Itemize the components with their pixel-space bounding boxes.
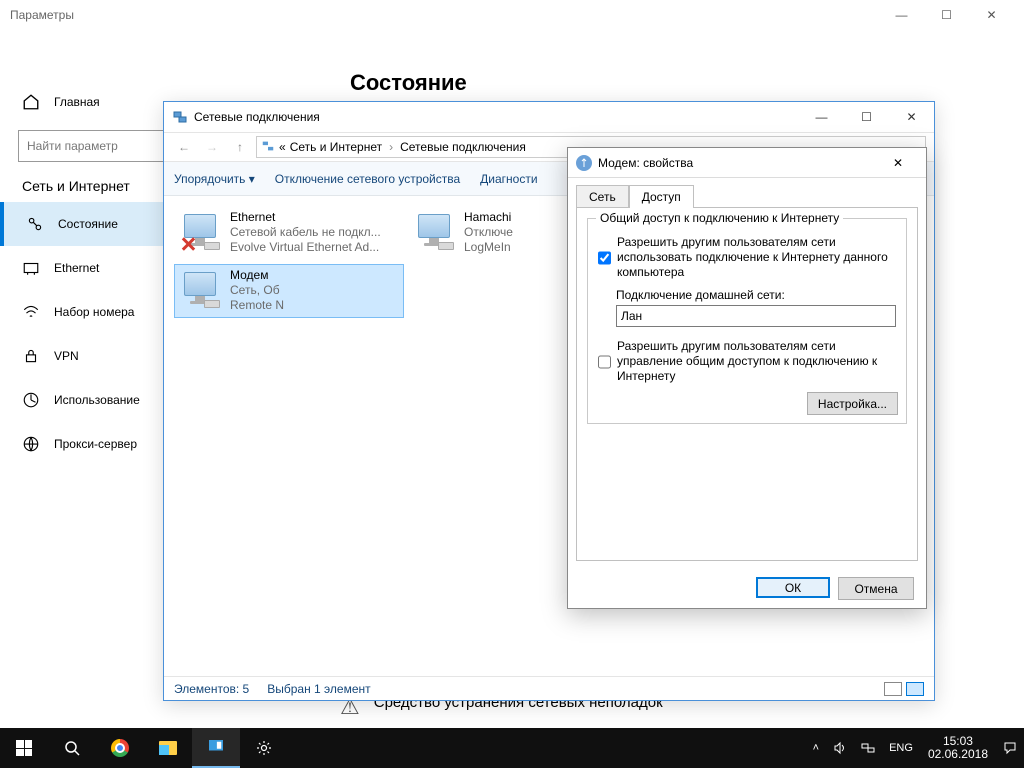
taskbar-explorer[interactable] — [144, 728, 192, 768]
dialog-title: Модем: свойства — [598, 156, 878, 170]
view-tiles-button[interactable] — [906, 682, 924, 696]
proxy-icon — [22, 435, 40, 453]
ok-button[interactable]: ОК — [756, 577, 830, 598]
start-button[interactable] — [0, 728, 48, 768]
sidebar-item-label: Ethernet — [54, 261, 99, 275]
tray-chevron-up[interactable]: ˄ — [806, 728, 826, 768]
ics-settings-button[interactable]: Настройка... — [807, 392, 898, 415]
connection-name: Модем — [230, 268, 284, 283]
tray-volume-icon[interactable] — [826, 728, 854, 768]
sidebar-item-label: Использование — [54, 393, 140, 407]
adapter-icon — [178, 268, 222, 312]
taskbar-settings[interactable] — [192, 728, 240, 768]
explorer-titlebar[interactable]: Сетевые подключения — ☐ ✕ — [164, 102, 934, 132]
up-button[interactable]: ↑ — [228, 135, 252, 159]
adapter-icon — [412, 210, 456, 254]
tab-access[interactable]: Доступ — [629, 185, 694, 208]
maximize-button[interactable]: ☐ — [924, 8, 969, 22]
taskbar-gear[interactable] — [240, 728, 288, 768]
dialog-close-button[interactable]: ✕ — [878, 149, 918, 177]
status-icon — [26, 215, 44, 233]
ethernet-icon — [22, 259, 40, 277]
sidebar-item-label: VPN — [54, 349, 79, 363]
forward-button[interactable]: → — [200, 135, 224, 159]
explorer-maximize[interactable]: ☐ — [844, 102, 889, 132]
dialog-buttons: ОК Отмена — [568, 569, 926, 608]
adapter-icon — [178, 210, 222, 254]
tray-clock[interactable]: 15:03 02.06.2018 — [920, 728, 996, 768]
dialog-titlebar[interactable]: Модем: свойства ✕ — [568, 148, 926, 178]
explorer-close[interactable]: ✕ — [889, 102, 934, 132]
back-button[interactable]: ← — [172, 135, 196, 159]
connection-device: Remote N — [230, 298, 284, 313]
connection-name: Hamachi — [464, 210, 513, 225]
home-network-label: Подключение домашней сети: — [616, 288, 898, 302]
toolbar-disable-device[interactable]: Отключение сетевого устройства — [275, 172, 460, 186]
allow-sharing-label: Разрешить другим пользователям сети испо… — [617, 235, 896, 280]
breadcrumb-b[interactable]: Сетевые подключения — [400, 140, 526, 154]
dialup-icon — [22, 303, 40, 321]
ics-groupbox: Общий доступ к подключению к Интернету Р… — [587, 218, 907, 424]
explorer-minimize[interactable]: — — [799, 102, 844, 132]
tray-action-center[interactable] — [996, 728, 1024, 768]
sidebar-item-label: Прокси-сервер — [54, 437, 137, 451]
connection-name: Ethernet — [230, 210, 381, 225]
usage-icon — [22, 391, 40, 409]
status-selected: Выбран 1 элемент — [267, 682, 370, 696]
breadcrumb-pre: « — [279, 140, 286, 154]
network-icon — [261, 139, 275, 156]
tray-language[interactable]: ENG — [882, 728, 920, 768]
connection-device: Evolve Virtual Ethernet Ad... — [230, 240, 381, 255]
network-icon — [172, 109, 188, 125]
home-icon — [22, 93, 40, 111]
close-button[interactable]: ✕ — [969, 8, 1014, 22]
allow-sharing-checkbox-row[interactable]: Разрешить другим пользователям сети испо… — [598, 235, 896, 280]
toolbar-diagnose[interactable]: Диагности — [480, 172, 537, 186]
connection-item-ethernet[interactable]: Ethernet Сетевой кабель не подкл... Evol… — [174, 206, 404, 260]
tab-access-page: Общий доступ к подключению к Интернету Р… — [576, 207, 918, 561]
dialog-tabs: Сеть Доступ — [568, 178, 926, 207]
connection-item-modem[interactable]: Модем Сеть, Об Remote N — [174, 264, 404, 318]
chevron-right-icon: › — [386, 140, 396, 154]
taskbar: ˄ ENG 15:03 02.06.2018 — [0, 728, 1024, 768]
connection-status: Сеть, Об — [230, 283, 284, 298]
status-count: Элементов: 5 — [174, 682, 249, 696]
taskbar-search[interactable] — [48, 728, 96, 768]
sidebar-item-label: Набор номера — [54, 305, 134, 319]
search-placeholder: Найти параметр — [27, 139, 118, 153]
vpn-icon — [22, 347, 40, 365]
allow-sharing-checkbox[interactable] — [598, 236, 611, 280]
sidebar-item-label: Состояние — [58, 217, 118, 231]
cancel-button[interactable]: Отмена — [838, 577, 914, 600]
toolbar-organize[interactable]: Упорядочить ▾ — [174, 172, 255, 186]
tray-network-icon[interactable] — [854, 728, 882, 768]
allow-control-checkbox[interactable] — [598, 340, 611, 384]
allow-control-checkbox-row[interactable]: Разрешить другим пользователям сети упра… — [598, 339, 896, 384]
explorer-statusbar: Элементов: 5 Выбран 1 элемент — [164, 676, 934, 700]
allow-control-label: Разрешить другим пользователям сети упра… — [617, 339, 896, 384]
taskbar-chrome[interactable] — [96, 728, 144, 768]
tray-date: 02.06.2018 — [928, 748, 988, 761]
settings-titlebar: Параметры — ☐ ✕ — [0, 0, 1024, 30]
settings-title: Параметры — [10, 8, 879, 22]
breadcrumb-a[interactable]: Сеть и Интернет — [290, 140, 382, 154]
home-network-select[interactable] — [616, 305, 896, 327]
connection-device: LogMeIn — [464, 240, 513, 255]
modem-icon — [576, 155, 592, 171]
modem-properties-dialog: Модем: свойства ✕ Сеть Доступ Общий дост… — [567, 147, 927, 609]
groupbox-legend: Общий доступ к подключению к Интернету — [596, 211, 843, 225]
tab-network[interactable]: Сеть — [576, 185, 629, 208]
sidebar-home-label: Главная — [54, 95, 100, 109]
view-details-button[interactable] — [884, 682, 902, 696]
explorer-title: Сетевые подключения — [194, 110, 799, 124]
minimize-button[interactable]: — — [879, 8, 924, 22]
connection-status: Сетевой кабель не подкл... — [230, 225, 381, 240]
connection-status: Отключе — [464, 225, 513, 240]
